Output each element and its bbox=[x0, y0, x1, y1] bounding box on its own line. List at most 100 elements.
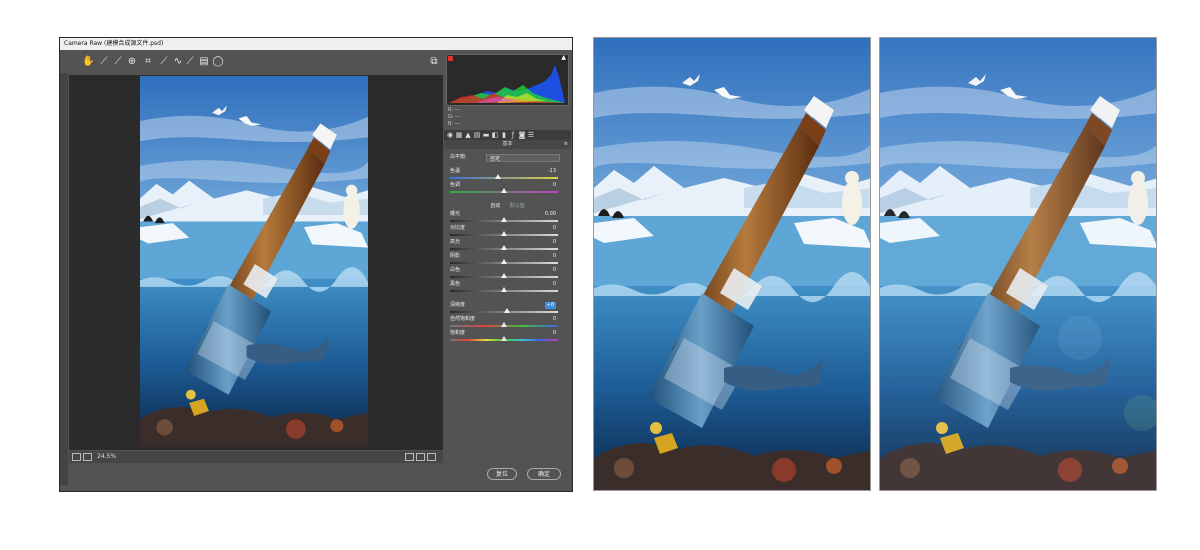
tab-hsl-icon[interactable]: ▤ bbox=[473, 131, 481, 139]
temperature-slider-row: 色温 -13 bbox=[450, 168, 562, 182]
rgb-readout: R: --- G: --- B: --- bbox=[448, 107, 508, 129]
contrast-slider-row: 对比度 0 bbox=[450, 225, 562, 239]
white-balance-label: 白平衡: bbox=[450, 154, 467, 160]
adjustment-brush-icon[interactable]: ▤ bbox=[198, 56, 210, 68]
hand-tool-icon[interactable]: ✋ bbox=[82, 56, 94, 68]
panel-title: 基本 ≡ bbox=[444, 140, 571, 149]
status-bar: 24.5% bbox=[69, 451, 443, 463]
highlight-clipping-icon[interactable]: ▲ bbox=[561, 55, 566, 61]
vibrance-slider-thumb[interactable] bbox=[501, 322, 507, 327]
vibrance-slider-row: 自然饱和度 0 bbox=[450, 316, 562, 330]
panel-menu-icon[interactable]: ≡ bbox=[564, 140, 568, 149]
white-balance-tool-icon[interactable]: ⟋ bbox=[98, 56, 110, 68]
whites-slider-row: 白色 0 bbox=[450, 267, 562, 281]
image-preview-area[interactable] bbox=[69, 75, 443, 450]
vibrance-value[interactable]: 0 bbox=[553, 316, 556, 323]
white-balance-value: 自定 bbox=[490, 156, 501, 162]
clarity-slider-row: 清晰度 +8 bbox=[450, 302, 562, 316]
highlights-slider-thumb[interactable] bbox=[501, 245, 507, 250]
camera-raw-window: Camera Raw (建模合成源文件.psd) ✋ ⟋ ⟋ ⊕ ⌗ ⟋ ∿ ⟋… bbox=[59, 37, 573, 492]
contrast-value[interactable]: 0 bbox=[553, 225, 556, 232]
tint-value[interactable]: 0 bbox=[553, 182, 556, 189]
shadows-slider-thumb[interactable] bbox=[501, 259, 507, 264]
tab-tone-curve-icon[interactable]: ▦ bbox=[455, 131, 463, 139]
blacks-slider-thumb[interactable] bbox=[501, 287, 507, 292]
tint-slider-row: 色调 0 bbox=[450, 182, 562, 196]
red-eye-icon[interactable]: ⟋ bbox=[184, 56, 196, 68]
tint-slider-thumb[interactable] bbox=[501, 188, 507, 193]
panel-title-text: 基本 bbox=[502, 141, 513, 147]
before-image bbox=[593, 37, 871, 491]
window-title: Camera Raw (建模合成源文件.psd) bbox=[64, 40, 164, 47]
clarity-slider-thumb[interactable] bbox=[504, 308, 511, 313]
tab-camera-calibration-icon[interactable]: ◙ bbox=[518, 131, 526, 139]
highlights-value[interactable]: 0 bbox=[553, 239, 556, 246]
reset-button[interactable]: 复位 bbox=[487, 468, 517, 480]
blacks-slider-row: 黑色 0 bbox=[450, 281, 562, 295]
blacks-value[interactable]: 0 bbox=[553, 281, 556, 288]
whites-value[interactable]: 0 bbox=[553, 267, 556, 274]
tab-fx-icon[interactable]: ƒ bbox=[509, 131, 517, 139]
exposure-slider-thumb[interactable] bbox=[501, 217, 507, 222]
tab-basic-icon[interactable]: ◉ bbox=[446, 131, 454, 139]
shadows-label: 阴影 bbox=[450, 253, 461, 259]
tint-label: 色调 bbox=[450, 182, 461, 188]
auto-default-row: 自动 默认值 bbox=[444, 202, 571, 211]
temperature-value[interactable]: -13 bbox=[548, 168, 556, 175]
before-after-icon[interactable] bbox=[405, 453, 414, 461]
zoom-out-icon[interactable] bbox=[83, 453, 92, 461]
tab-lens-icon[interactable]: ◧ bbox=[491, 131, 499, 139]
white-balance-select[interactable]: 自定 bbox=[486, 154, 560, 162]
saturation-slider-thumb[interactable] bbox=[501, 336, 507, 341]
shadows-value[interactable]: 0 bbox=[553, 253, 556, 260]
swap-settings-icon[interactable] bbox=[416, 453, 425, 461]
temperature-slider-track[interactable] bbox=[450, 177, 558, 179]
radial-filter-icon[interactable]: ◯ bbox=[212, 56, 224, 68]
whites-slider-thumb[interactable] bbox=[501, 273, 507, 278]
contrast-slider-thumb[interactable] bbox=[501, 231, 507, 236]
saturation-value[interactable]: 0 bbox=[553, 330, 556, 337]
straighten-tool-icon[interactable]: ⟋ bbox=[158, 56, 170, 68]
after-image bbox=[879, 37, 1157, 491]
tab-effects-icon[interactable]: ▮ bbox=[500, 131, 508, 139]
g-readout: G: --- bbox=[448, 114, 461, 120]
copy-settings-icon[interactable] bbox=[427, 453, 436, 461]
saturation-label: 饱和度 bbox=[450, 330, 466, 336]
vibrance-label: 自然饱和度 bbox=[450, 316, 476, 322]
fullscreen-icon[interactable]: ⧉ bbox=[428, 56, 440, 68]
tab-presets-icon[interactable]: ☰ bbox=[527, 131, 535, 139]
preview-photo bbox=[140, 76, 368, 447]
color-sampler-icon[interactable]: ⟋ bbox=[112, 56, 124, 68]
default-link[interactable]: 默认值 bbox=[510, 203, 525, 209]
whites-label: 白色 bbox=[450, 267, 461, 273]
saturation-slider-row: 饱和度 0 bbox=[450, 330, 562, 344]
exposure-slider-row: 曝光 0.00 bbox=[450, 211, 562, 225]
clarity-label: 清晰度 bbox=[450, 302, 466, 308]
auto-link[interactable]: 自动 bbox=[490, 203, 500, 209]
shadows-slider-row: 阴影 0 bbox=[450, 253, 562, 267]
highlights-label: 高光 bbox=[450, 239, 461, 245]
blacks-label: 黑色 bbox=[450, 281, 461, 287]
contrast-label: 对比度 bbox=[450, 225, 466, 231]
temperature-slider-thumb[interactable] bbox=[494, 174, 501, 179]
crop-tool-icon[interactable]: ⌗ bbox=[142, 56, 154, 68]
ok-button[interactable]: 确定 bbox=[527, 468, 561, 480]
tab-detail-icon[interactable]: ▲ bbox=[464, 131, 472, 139]
clarity-value[interactable]: +8 bbox=[544, 302, 556, 309]
b-readout: B: --- bbox=[448, 121, 461, 127]
adjustments-panel: ▲ R: --- G: --- B: --- ◉ ▦ ▲ ▤ ▬ ◧ ▮ ƒ ◙… bbox=[444, 51, 571, 463]
highlights-slider-row: 高光 0 bbox=[450, 239, 562, 253]
tab-split-toning-icon[interactable]: ▬ bbox=[482, 131, 490, 139]
left-edge-strip bbox=[60, 73, 68, 485]
exposure-value[interactable]: 0.00 bbox=[545, 211, 556, 218]
temperature-label: 色温 bbox=[450, 168, 461, 174]
spot-removal-icon[interactable]: ∿ bbox=[172, 56, 184, 68]
targeted-adjustment-icon[interactable]: ⊕ bbox=[126, 56, 138, 68]
shadow-clipping-icon[interactable] bbox=[448, 56, 453, 61]
panel-tabs: ◉ ▦ ▲ ▤ ▬ ◧ ▮ ƒ ◙ ☰ bbox=[444, 130, 571, 140]
white-balance-row: 白平衡: 自定 bbox=[450, 154, 562, 168]
exposure-label: 曝光 bbox=[450, 211, 461, 217]
preview-toggle-icon[interactable] bbox=[72, 453, 81, 461]
window-title-bar: Camera Raw (建模合成源文件.psd) bbox=[60, 38, 572, 50]
zoom-level[interactable]: 24.5% bbox=[97, 452, 116, 462]
